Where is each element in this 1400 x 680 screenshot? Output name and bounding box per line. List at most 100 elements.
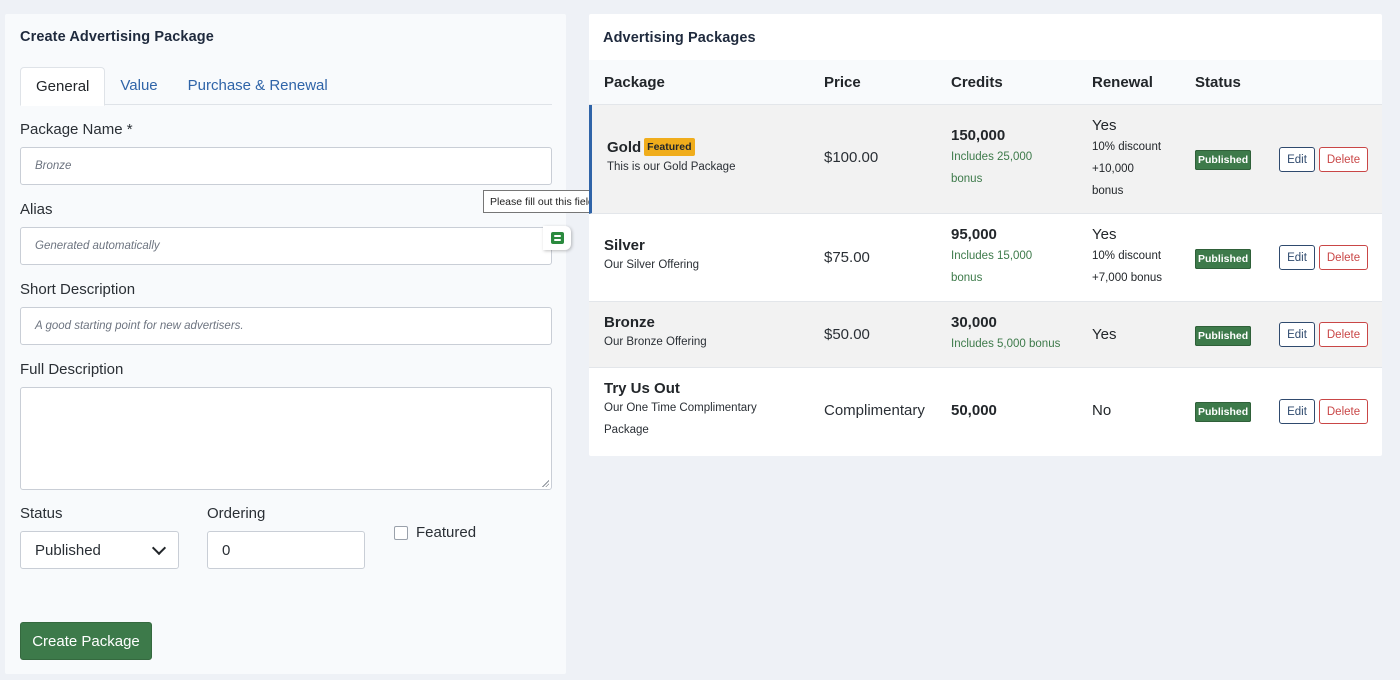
- featured-label: Featured: [416, 524, 477, 541]
- featured-group: Featured: [394, 505, 476, 569]
- status-label: Status: [20, 505, 63, 522]
- status-badge: Published: [1195, 249, 1252, 269]
- package-description: This is our Gold Package: [607, 161, 736, 173]
- renewal-cell: No: [1092, 402, 1112, 419]
- package-name-label: Package Name *: [20, 121, 133, 138]
- credits-bonus: Includes 25,000: [951, 151, 1033, 163]
- edit-button[interactable]: Edit: [1279, 322, 1315, 347]
- credits-cell: 95,000 Includes 15,000 bonus: [951, 226, 1032, 289]
- form-tabs: General Value Purchase & Renewal: [20, 67, 552, 106]
- ordering-label: Ordering: [207, 505, 266, 522]
- short-description-label: Short Description: [20, 281, 136, 298]
- full-description-label: Full Description: [20, 361, 124, 378]
- delete-button[interactable]: Delete: [1319, 399, 1368, 424]
- table-row[interactable]: Gold Featured This is our Gold Package $…: [589, 105, 1382, 214]
- renewal-value: Yes: [1092, 226, 1117, 243]
- package-name: Gold Featured: [607, 138, 735, 156]
- credits-value: 95,000: [951, 226, 997, 243]
- renewal-detail: +10,000: [1092, 163, 1134, 175]
- status-cell: Published: [1195, 150, 1252, 170]
- table-row[interactable]: Bronze Our Bronze Offering $50.00 30,000…: [589, 302, 1382, 368]
- delete-button[interactable]: Delete: [1319, 147, 1368, 172]
- short-description-input[interactable]: A good starting point for new advertiser…: [20, 307, 552, 345]
- status-value: Published: [35, 541, 101, 559]
- full-description-textarea[interactable]: [20, 387, 552, 490]
- packages-panel: Advertising Packages Package Price Credi…: [589, 14, 1382, 456]
- tab-value[interactable]: Value: [105, 67, 172, 105]
- edit-button[interactable]: Edit: [1279, 147, 1315, 172]
- alias-input[interactable]: Generated automatically: [20, 227, 552, 265]
- renewal-cell: Yes: [1092, 326, 1117, 343]
- edit-button[interactable]: Edit: [1279, 399, 1315, 424]
- checkbox-icon[interactable]: [394, 525, 408, 540]
- price-cell: Complimentary: [824, 402, 925, 419]
- renewal-cell: Yes 10% discount +7,000 bonus: [1092, 226, 1162, 289]
- package-description: Package: [604, 424, 649, 436]
- status-badge: Published: [1195, 150, 1252, 170]
- price-cell: $75.00: [824, 249, 870, 266]
- package-description: Our Bronze Offering: [604, 336, 707, 348]
- credits-bonus: Includes 15,000: [951, 250, 1033, 262]
- credits-cell: 30,000 Includes 5,000 bonus: [951, 314, 1060, 355]
- tab-purchase-renewal[interactable]: Purchase & Renewal: [173, 67, 343, 105]
- packages-title: Advertising Packages: [603, 30, 756, 46]
- credits-bonus: bonus: [951, 173, 983, 185]
- credits-value: 50,000: [951, 402, 997, 419]
- renewal-cell: Yes 10% discount +10,000 bonus: [1092, 117, 1161, 202]
- status-cell: Published: [1195, 402, 1252, 422]
- column-header-price: Price: [824, 74, 861, 91]
- form-title: Create Advertising Package: [20, 29, 214, 45]
- credits-value: 30,000: [951, 314, 997, 331]
- package-cell: Silver Our Silver Offering: [604, 237, 699, 276]
- status-cell: Published: [1195, 326, 1252, 346]
- form-assistant-icon[interactable]: [543, 226, 571, 250]
- renewal-detail: 10% discount: [1092, 141, 1162, 153]
- resize-grip-icon[interactable]: [542, 480, 549, 487]
- featured-checkbox[interactable]: Featured: [394, 524, 476, 541]
- delete-button[interactable]: Delete: [1319, 245, 1368, 270]
- status-select[interactable]: Published: [20, 531, 179, 569]
- package-name: Bronze: [604, 314, 655, 331]
- table-row[interactable]: Silver Our Silver Offering $75.00 95,000…: [589, 214, 1382, 302]
- renewal-detail: 10% discount: [1092, 250, 1162, 262]
- edit-button[interactable]: Edit: [1279, 245, 1315, 270]
- package-cell: Try Us Out Our One Time Complimentary Pa…: [604, 380, 757, 441]
- column-header-credits: Credits: [951, 74, 1003, 91]
- price-cell: $100.00: [824, 149, 879, 166]
- table-header: Package Price Credits Renewal Status: [589, 60, 1382, 105]
- robot-icon: [550, 232, 564, 244]
- package-cell: Bronze Our Bronze Offering: [604, 314, 707, 353]
- chevron-down-icon: [151, 540, 167, 555]
- tab-general[interactable]: General: [20, 67, 106, 106]
- column-header-package: Package: [604, 74, 665, 91]
- status-cell: Published: [1195, 249, 1252, 269]
- ordering-group: Ordering 0: [207, 505, 394, 569]
- status-badge: Published: [1195, 402, 1252, 422]
- renewal-detail: bonus: [1092, 185, 1124, 197]
- column-header-status: Status: [1195, 74, 1241, 91]
- ordering-input[interactable]: 0: [207, 531, 365, 569]
- credits-bonus: bonus: [951, 272, 983, 284]
- column-header-renewal: Renewal: [1092, 74, 1153, 91]
- renewal-value: Yes: [1092, 117, 1117, 134]
- price-cell: $50.00: [824, 326, 870, 343]
- create-package-button[interactable]: Create Package: [20, 622, 152, 660]
- credits-bonus: Includes 5,000 bonus: [951, 338, 1061, 350]
- package-name: Silver: [604, 237, 645, 254]
- package-description: Our One Time Complimentary: [604, 402, 757, 414]
- package-cell: Gold Featured This is our Gold Package: [607, 138, 735, 178]
- alias-label: Alias: [20, 201, 53, 218]
- create-package-panel: Create Advertising Package General Value…: [5, 14, 566, 674]
- package-name: Try Us Out: [604, 380, 680, 397]
- credits-value: 150,000: [951, 127, 1006, 144]
- status-group: Status Published: [20, 505, 207, 569]
- credits-cell: 150,000 Includes 25,000 bonus: [951, 127, 1032, 190]
- renewal-detail: +7,000 bonus: [1092, 272, 1163, 284]
- package-name-input[interactable]: Bronze: [20, 147, 552, 185]
- table-row[interactable]: Try Us Out Our One Time Complimentary Pa…: [589, 368, 1382, 456]
- featured-badge: Featured: [644, 138, 695, 156]
- status-ordering-row: Status Published Ordering 0 Featured: [20, 505, 552, 569]
- delete-button[interactable]: Delete: [1319, 322, 1368, 347]
- package-name-text: Gold: [607, 138, 642, 156]
- validation-tooltip: Please fill out this field.: [483, 190, 604, 213]
